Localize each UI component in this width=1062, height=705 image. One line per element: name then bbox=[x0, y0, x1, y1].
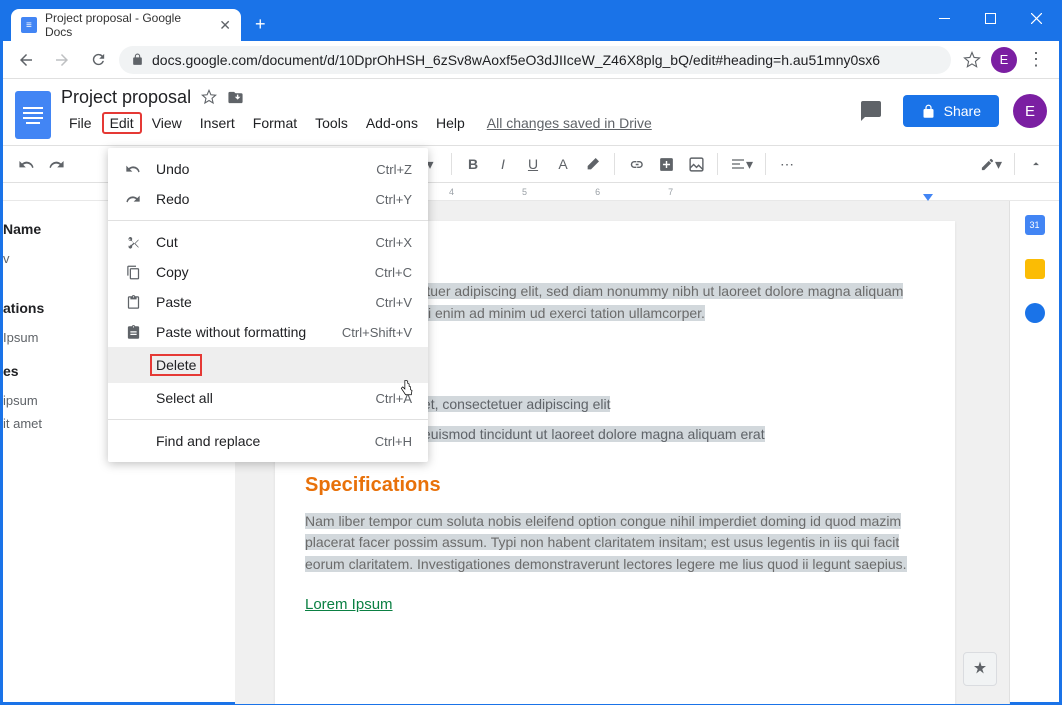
docs-favicon: ≡ bbox=[21, 17, 37, 33]
copy-icon bbox=[124, 265, 142, 280]
menu-paste[interactable]: Paste Ctrl+V bbox=[108, 287, 428, 317]
menu-select-all[interactable]: Select all Ctrl+A bbox=[108, 383, 428, 413]
paste-plain-icon bbox=[124, 325, 142, 340]
profile-avatar[interactable]: E bbox=[991, 47, 1017, 73]
star-icon[interactable] bbox=[201, 89, 217, 106]
undo-icon bbox=[124, 161, 142, 177]
omnibox[interactable]: docs.google.com/document/d/10DprOhHSH_6z… bbox=[119, 46, 951, 74]
lorem-link[interactable]: Lorem Ipsum bbox=[305, 596, 393, 613]
menu-bar: File Edit View Insert Format Tools Add-o… bbox=[61, 112, 853, 134]
reload-button[interactable] bbox=[83, 45, 113, 75]
document-title[interactable]: Project proposal bbox=[61, 87, 191, 108]
lock-icon bbox=[131, 53, 144, 66]
docs-logo[interactable] bbox=[15, 91, 51, 139]
editing-mode-button[interactable]: ▾ bbox=[976, 151, 1006, 177]
menu-separator bbox=[108, 220, 428, 221]
redo-button[interactable] bbox=[43, 151, 69, 177]
menu-format[interactable]: Format bbox=[245, 112, 305, 134]
docs-header: Project proposal File Edit View Insert F… bbox=[3, 79, 1059, 139]
comments-button[interactable] bbox=[853, 93, 889, 129]
menu-tools[interactable]: Tools bbox=[307, 112, 356, 134]
share-button[interactable]: Share bbox=[903, 95, 999, 127]
back-button[interactable] bbox=[11, 45, 41, 75]
menu-addons[interactable]: Add-ons bbox=[358, 112, 426, 134]
menu-cut[interactable]: Cut Ctrl+X bbox=[108, 227, 428, 257]
side-panel: 31 bbox=[1009, 201, 1059, 704]
maximize-button[interactable] bbox=[967, 3, 1013, 33]
tasks-icon[interactable] bbox=[1025, 303, 1045, 323]
text-color-button[interactable]: A bbox=[550, 151, 576, 177]
menu-edit[interactable]: Edit bbox=[102, 112, 142, 134]
url-text: docs.google.com/document/d/10DprOhHSH_6z… bbox=[152, 52, 880, 68]
redo-icon bbox=[124, 191, 142, 207]
close-window-button[interactable] bbox=[1013, 3, 1059, 33]
lock-icon bbox=[921, 104, 936, 119]
align-button[interactable]: ▾ bbox=[726, 151, 757, 177]
heading-specifications[interactable]: Specifications bbox=[275, 474, 471, 497]
collapse-button[interactable] bbox=[1023, 151, 1049, 177]
insert-link-button[interactable] bbox=[623, 151, 649, 177]
account-avatar[interactable]: E bbox=[1013, 94, 1047, 128]
calendar-icon[interactable]: 31 bbox=[1025, 215, 1045, 235]
menu-redo[interactable]: Redo Ctrl+Y bbox=[108, 184, 428, 214]
bold-button[interactable]: B bbox=[460, 151, 486, 177]
paste-icon bbox=[124, 295, 142, 310]
window-controls bbox=[921, 3, 1059, 33]
menu-delete[interactable]: Delete bbox=[108, 347, 428, 383]
menu-copy[interactable]: Copy Ctrl+C bbox=[108, 257, 428, 287]
menu-undo[interactable]: Undo Ctrl+Z bbox=[108, 154, 428, 184]
ruler-indent-marker[interactable] bbox=[923, 194, 933, 201]
explore-button[interactable] bbox=[963, 652, 997, 686]
menu-view[interactable]: View bbox=[144, 112, 190, 134]
save-status[interactable]: All changes saved in Drive bbox=[487, 115, 652, 131]
insert-image-button[interactable] bbox=[683, 151, 709, 177]
edit-menu-dropdown: Undo Ctrl+Z Redo Ctrl+Y Cut Ctrl+X Copy … bbox=[108, 148, 428, 462]
move-icon[interactable] bbox=[227, 89, 244, 106]
add-comment-button[interactable] bbox=[653, 151, 679, 177]
keep-icon[interactable] bbox=[1025, 259, 1045, 279]
italic-button[interactable]: I bbox=[490, 151, 516, 177]
close-tab-icon[interactable]: ✕ bbox=[219, 17, 231, 34]
browser-tab-strip: ≡ Project proposal - Google Docs ✕ + bbox=[3, 3, 1059, 41]
more-button[interactable]: ⋯ bbox=[774, 151, 800, 177]
cut-icon bbox=[124, 235, 142, 250]
tab-title: Project proposal - Google Docs bbox=[45, 11, 211, 39]
highlight-button[interactable] bbox=[580, 151, 606, 177]
menu-find-replace[interactable]: Find and replace Ctrl+H bbox=[108, 426, 428, 456]
menu-insert[interactable]: Insert bbox=[192, 112, 243, 134]
paragraph[interactable]: Nam liber tempor cum soluta nobis eleife… bbox=[275, 511, 955, 576]
menu-paste-without-formatting[interactable]: Paste without formatting Ctrl+Shift+V bbox=[108, 317, 428, 347]
forward-button[interactable] bbox=[47, 45, 77, 75]
new-tab-button[interactable]: + bbox=[255, 14, 266, 35]
cursor-pointer-icon bbox=[398, 379, 416, 399]
undo-button[interactable] bbox=[13, 151, 39, 177]
bookmark-star-icon[interactable] bbox=[963, 51, 981, 69]
menu-file[interactable]: File bbox=[61, 112, 100, 134]
browser-menu-icon[interactable]: ⋮ bbox=[1027, 49, 1045, 70]
minimize-button[interactable] bbox=[921, 3, 967, 33]
menu-separator bbox=[108, 419, 428, 420]
underline-button[interactable]: U bbox=[520, 151, 546, 177]
menu-help[interactable]: Help bbox=[428, 112, 473, 134]
browser-tab[interactable]: ≡ Project proposal - Google Docs ✕ bbox=[11, 9, 241, 41]
address-bar: docs.google.com/document/d/10DprOhHSH_6z… bbox=[3, 41, 1059, 79]
